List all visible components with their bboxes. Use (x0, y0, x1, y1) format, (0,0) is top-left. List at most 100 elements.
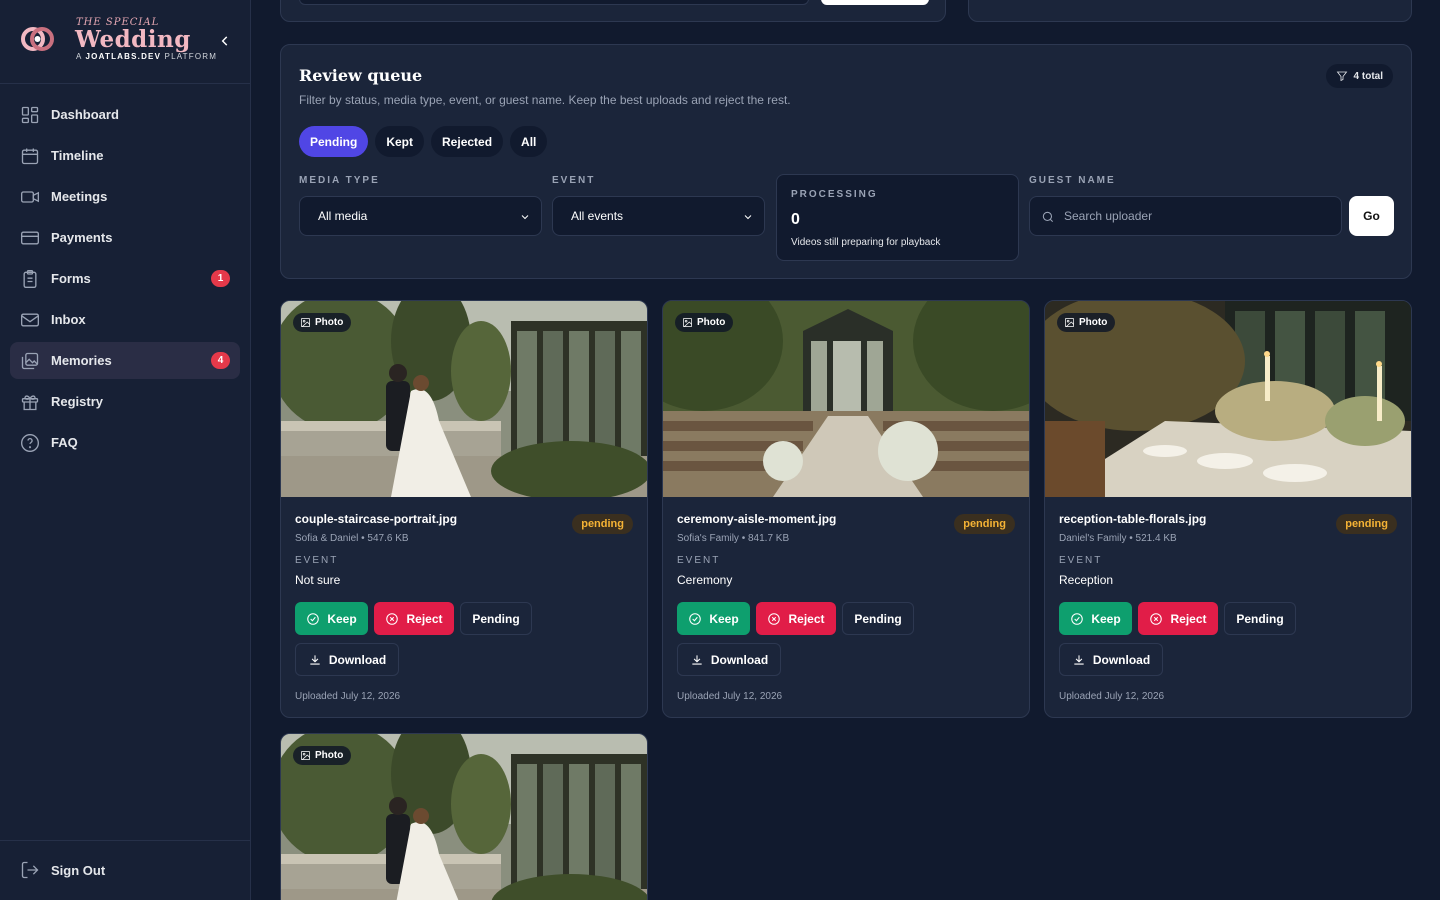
tab-kept[interactable]: Kept (375, 126, 425, 157)
calendar-icon (21, 148, 39, 164)
partial-card-right (968, 0, 1412, 22)
event-value: Ceremony (677, 573, 733, 587)
sidebar-item-registry[interactable]: Registry (10, 383, 240, 420)
sidebar-item-payments[interactable]: Payments (10, 219, 240, 256)
media-type-chip: Photo (293, 746, 352, 765)
help-circle-icon (21, 433, 39, 452)
sign-out-button[interactable]: Sign Out (20, 860, 105, 880)
mail-icon (21, 313, 39, 326)
media-type-label: MEDIA TYPE (299, 175, 380, 186)
status-badge: pending (954, 514, 1015, 534)
partial-card-left (280, 0, 946, 22)
chevron-left-icon (221, 36, 228, 46)
reject-button[interactable]: Reject (1138, 602, 1218, 635)
pending-button[interactable]: Pending (460, 602, 532, 635)
image-icon (301, 318, 310, 327)
sidebar-item-label: Timeline (51, 148, 104, 163)
sidebar-item-meetings[interactable]: Meetings (10, 178, 240, 215)
review-queue-panel: Review queue Filter by status, media typ… (280, 44, 1412, 279)
collapse-sidebar-button[interactable] (216, 32, 234, 50)
status-badge: pending (572, 514, 633, 534)
credit-card-icon (21, 231, 39, 244)
go-button[interactable]: Go (1349, 196, 1394, 236)
event-select[interactable]: All events (552, 196, 765, 236)
uploader-meta: Daniel's Family • 521.4 KB (1059, 533, 1177, 544)
photo-thumbnail[interactable]: Photo (1045, 301, 1411, 497)
tab-pending[interactable]: Pending (299, 126, 369, 157)
download-icon (692, 654, 702, 665)
clipboard-icon (23, 269, 37, 288)
keep-button[interactable]: Keep (677, 602, 750, 635)
file-name: couple-staircase-portrait.jpg (295, 512, 458, 526)
pending-button[interactable]: Pending (1224, 602, 1296, 635)
sidebar-item-label: Inbox (51, 312, 86, 327)
sidebar-item-forms[interactable]: Forms 1 (10, 260, 240, 297)
uploader-meta: Sofia & Daniel • 547.6 KB (295, 533, 409, 544)
sidebar-item-label: FAQ (51, 435, 78, 450)
sidebar-nav: Dashboard Timeline Meetings Payments For… (10, 96, 240, 465)
sidebar-item-label: Dashboard (51, 107, 119, 122)
event-label: EVENT (677, 555, 721, 566)
event-label: EVENT (552, 175, 596, 186)
sidebar-item-label: Memories (51, 353, 112, 368)
sidebar-item-faq[interactable]: FAQ (10, 424, 240, 461)
grid-icon (21, 106, 39, 123)
guest-search-input[interactable] (1064, 197, 1334, 235)
reject-button[interactable]: Reject (374, 602, 454, 635)
partial-button[interactable] (821, 0, 929, 5)
review-queue-title: Review queue (299, 66, 423, 85)
photo-thumbnail[interactable]: Photo (663, 301, 1029, 497)
sidebar: THE SPECIAL Wedding A JOATLABS.DEV PLATF… (0, 0, 251, 900)
forms-count-badge: 1 (211, 270, 230, 287)
reject-button[interactable]: Reject (756, 602, 836, 635)
partial-input[interactable] (299, 0, 809, 5)
gift-icon (21, 394, 39, 410)
sidebar-item-inbox[interactable]: Inbox (10, 301, 240, 338)
memory-card: Photo reception-table-florals.jpg pendin… (1044, 300, 1412, 718)
memories-count-badge: 4 (211, 352, 230, 369)
sidebar-item-timeline[interactable]: Timeline (10, 137, 240, 174)
keep-button[interactable]: Keep (1059, 602, 1132, 635)
photo-thumbnail[interactable]: Photo (281, 734, 647, 900)
download-icon (1074, 654, 1084, 665)
guest-name-label: GUEST NAME (1029, 175, 1116, 186)
uploader-meta: Sofia's Family • 841.7 KB (677, 533, 790, 544)
media-type-select[interactable]: All media (299, 196, 542, 236)
processing-card: PROCESSING 0 Videos still preparing for … (776, 174, 1019, 261)
photo-thumbnail[interactable]: Photo (281, 301, 647, 497)
memory-card: Photo couple-staircase-portrait.jpg pend… (280, 300, 648, 718)
image-icon (683, 318, 692, 327)
download-icon (310, 654, 320, 665)
memory-card: Photo ceremony-aisle-moment.jpg pending … (662, 300, 1030, 718)
file-name: reception-table-florals.jpg (1059, 512, 1207, 526)
media-type-chip: Photo (293, 313, 352, 332)
event-label: EVENT (295, 555, 339, 566)
sidebar-item-dashboard[interactable]: Dashboard (10, 96, 240, 133)
download-button[interactable]: Download (1059, 643, 1163, 676)
x-circle-icon (1150, 612, 1163, 625)
uploaded-date: Uploaded July 12, 2026 (295, 691, 401, 702)
download-button[interactable]: Download (295, 643, 399, 676)
search-icon (1042, 211, 1054, 223)
processing-note: Videos still preparing for playback (791, 237, 941, 248)
sidebar-item-memories[interactable]: Memories 4 (10, 342, 240, 379)
sidebar-item-label: Forms (51, 271, 91, 286)
event-value: Reception (1059, 573, 1114, 587)
review-queue-description: Filter by status, media type, event, or … (299, 93, 791, 107)
pending-button[interactable]: Pending (842, 602, 914, 635)
log-out-icon (21, 861, 39, 879)
sidebar-footer: Sign Out (0, 840, 251, 900)
brand-subtitle: A JOATLABS.DEV PLATFORM (76, 52, 218, 61)
tab-rejected[interactable]: Rejected (431, 126, 504, 157)
check-circle-icon (1071, 612, 1084, 625)
event-value: Not sure (295, 573, 341, 587)
x-circle-icon (768, 612, 781, 625)
sidebar-item-label: Payments (51, 230, 113, 245)
media-type-chip: Photo (675, 313, 734, 332)
check-circle-icon (307, 612, 320, 625)
keep-button[interactable]: Keep (295, 602, 368, 635)
status-tabs: Pending Kept Rejected All (299, 126, 548, 157)
download-button[interactable]: Download (677, 643, 781, 676)
brand-title: Wedding (75, 26, 191, 53)
tab-all[interactable]: All (510, 126, 548, 157)
